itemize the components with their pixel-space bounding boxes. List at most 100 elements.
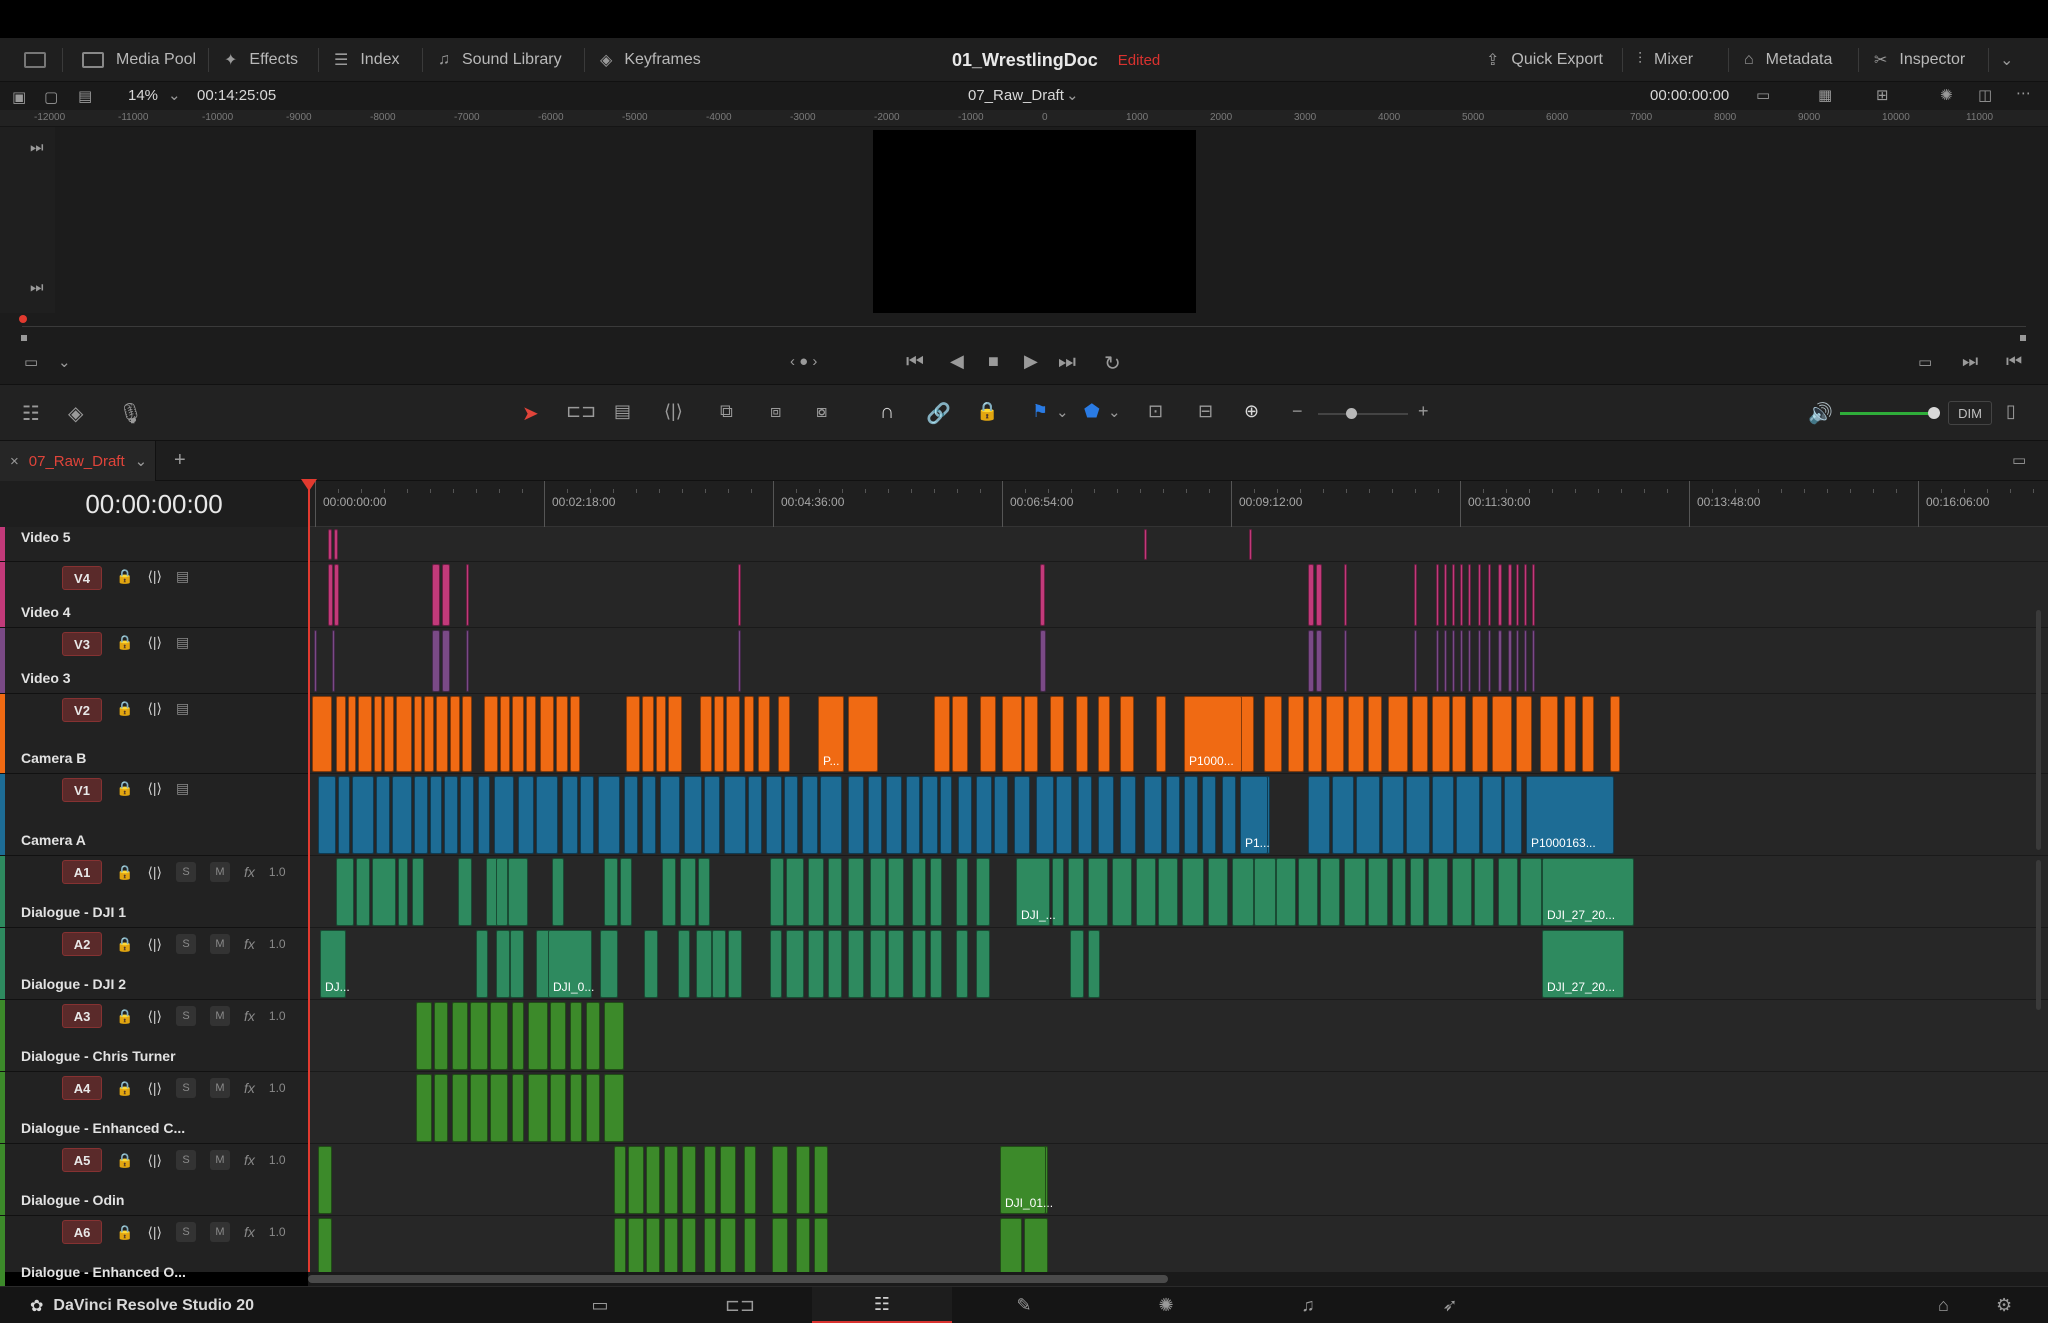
film-strip-icon[interactable]: ▤ (176, 568, 189, 585)
auto-select-icon[interactable]: ⟨|⟩ (147, 1152, 162, 1169)
timeline-clip[interactable] (470, 1002, 488, 1070)
timeline-clip[interactable] (1288, 696, 1304, 772)
lock-icon[interactable]: 🔒 (116, 864, 133, 881)
timeline-clip[interactable] (772, 1146, 788, 1214)
timeline-clip[interactable] (604, 1074, 624, 1142)
timeline-clip[interactable] (416, 1002, 432, 1070)
timeline-clip[interactable] (1498, 858, 1518, 926)
timeline-clip[interactable] (1308, 776, 1330, 854)
timeline-clip[interactable] (1076, 696, 1088, 772)
track-level[interactable]: 1.0 (269, 1225, 286, 1239)
track-id-badge[interactable]: A1 (62, 860, 102, 884)
timeline-clip[interactable] (432, 630, 440, 692)
volume-slider[interactable] (1840, 412, 1936, 415)
timeline-clip[interactable] (714, 696, 724, 772)
timeline-clip[interactable]: DJI_... (1016, 858, 1056, 926)
fx-icon[interactable]: fx (244, 936, 255, 952)
timeline-clip[interactable] (398, 858, 408, 926)
timeline-clip[interactable] (620, 858, 632, 926)
timeline-clip[interactable] (848, 696, 878, 772)
quick-export-button[interactable]: ⇪ Quick Export (1486, 38, 1603, 82)
timeline-clip[interactable] (720, 1218, 736, 1272)
timeline-clip[interactable] (1120, 696, 1134, 772)
fusion-page-button[interactable]: ✎ (954, 1287, 1094, 1323)
play-reverse-icon[interactable]: ◀ (950, 351, 964, 372)
timeline-clip[interactable] (724, 776, 746, 854)
chevron-down-icon[interactable]: ⌄ (58, 353, 71, 371)
timeline-clip[interactable] (624, 776, 638, 854)
go-to-end-icon[interactable]: ⏭ (30, 279, 44, 296)
mute-button[interactable]: M (210, 1150, 230, 1170)
timeline-clip[interactable] (614, 1146, 626, 1214)
timeline-clip[interactable] (500, 696, 510, 772)
panel-toggle-icon[interactable]: ▭ (2012, 451, 2026, 469)
timeline-clip[interactable] (704, 1146, 716, 1214)
scrollbar-thumb[interactable] (308, 1275, 1168, 1283)
timeline-clip[interactable] (660, 776, 680, 854)
auto-select-icon[interactable]: ⟨|⟩ (147, 936, 162, 953)
timeline-clip[interactable] (668, 696, 682, 772)
timeline-clip[interactable] (1498, 630, 1502, 692)
media-page-button[interactable]: ▭ (530, 1287, 670, 1323)
timeline-clip[interactable] (600, 930, 618, 998)
lock-icon[interactable]: 🔒 (116, 1008, 133, 1025)
track-lane-a1[interactable]: DJI_... DJI_27_20... (308, 856, 2048, 928)
timeline-clip[interactable] (868, 776, 882, 854)
timeline-clip[interactable] (1078, 776, 1092, 854)
timeline-clip[interactable] (976, 776, 992, 854)
timeline-clip[interactable] (334, 564, 339, 626)
auto-select-icon[interactable]: ⟨|⟩ (147, 634, 162, 651)
timeline-clip[interactable] (1088, 930, 1100, 998)
timeline-clip[interactable]: DJI_0... (548, 930, 594, 998)
timeline-clip[interactable] (604, 1002, 624, 1070)
timeline-clip[interactable] (466, 564, 469, 626)
track-header-v4[interactable]: V4 🔒 ⟨|⟩ ▤ Video 4 (0, 562, 308, 628)
track-id-badge[interactable]: A3 (62, 1004, 102, 1028)
timeline-clip[interactable] (452, 1074, 468, 1142)
mute-button[interactable]: M (210, 1078, 230, 1098)
timeline-clip[interactable]: DJI_27_20... (1542, 858, 1634, 926)
timeline-clip[interactable] (930, 930, 942, 998)
timeline-clip[interactable] (1532, 630, 1535, 692)
timeline-clip[interactable] (628, 1218, 644, 1272)
timeline-clip[interactable] (656, 696, 666, 772)
timeline-clip[interactable] (528, 1074, 548, 1142)
safe-area-icon[interactable]: ▢ (44, 88, 58, 106)
lock-icon[interactable]: 🔒 (116, 700, 133, 717)
timeline-clip[interactable] (1308, 564, 1314, 626)
track-header-video-5[interactable]: Video 5 (0, 527, 308, 562)
timeline-clip[interactable] (1532, 564, 1535, 626)
timeline-clip[interactable] (1144, 776, 1162, 854)
timeline-clip[interactable] (786, 858, 804, 926)
timeline-clip[interactable] (312, 696, 332, 772)
color-wheel-icon[interactable]: ✺ (1940, 86, 1953, 104)
timeline-clip[interactable] (328, 564, 333, 626)
timeline-clip[interactable] (1460, 630, 1463, 692)
timeline-clip[interactable] (1492, 696, 1512, 772)
transform-icon[interactable]: ⊞ (1876, 86, 1889, 104)
track-lane-v1[interactable]: P1... P1000163... (308, 774, 2048, 856)
fx-overlay-icon[interactable]: ▦ (1818, 86, 1832, 104)
zoom-slider-handle[interactable] (1346, 408, 1357, 419)
track-name[interactable]: Video 5 (21, 529, 71, 545)
chevron-down-icon[interactable]: ⌄ (135, 452, 148, 470)
track-name[interactable]: Dialogue - DJI 2 (21, 976, 126, 992)
timeline-clip[interactable] (1504, 776, 1522, 854)
timeline-clip[interactable] (1412, 696, 1428, 772)
timeline-clip[interactable] (1452, 696, 1466, 772)
timeline-clip[interactable] (922, 776, 938, 854)
fx-icon[interactable]: fx (244, 1224, 255, 1240)
lock-icon[interactable]: 🔒 (116, 1152, 133, 1169)
timeline-clip[interactable] (452, 1002, 468, 1070)
timeline-clip[interactable] (1524, 564, 1527, 626)
timeline-clip[interactable] (728, 930, 742, 998)
timeline-clip[interactable] (1432, 696, 1450, 772)
timeline-clip[interactable] (1184, 776, 1198, 854)
timeline-clip[interactable] (678, 930, 690, 998)
timeline-clip[interactable] (314, 630, 317, 692)
timeline-clip[interactable] (352, 776, 374, 854)
timeline-clip[interactable] (1208, 858, 1228, 926)
track-level[interactable]: 1.0 (269, 1153, 286, 1167)
timeline-clip[interactable] (476, 930, 488, 998)
timeline-clip[interactable] (1136, 858, 1156, 926)
